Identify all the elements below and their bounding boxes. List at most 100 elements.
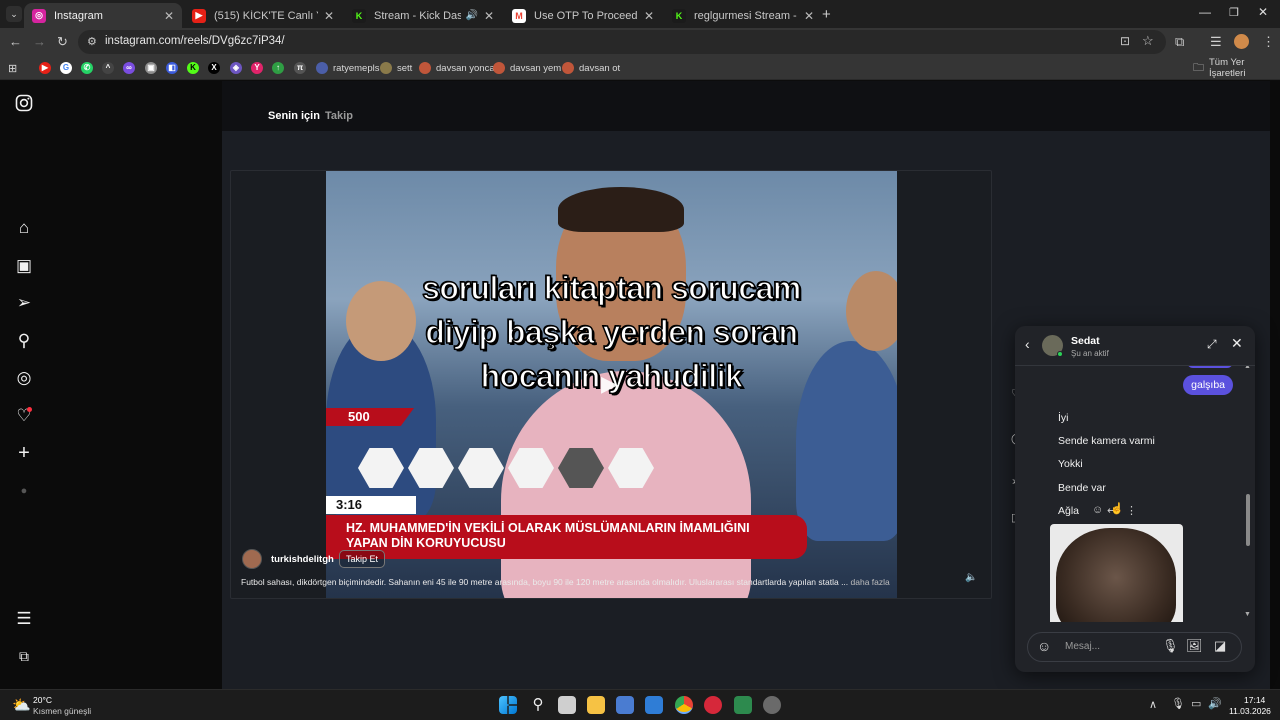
- message-input-box[interactable]: ☺ Mesaj... 🎙 🖼 ◪: [1027, 632, 1242, 662]
- more-link[interactable]: daha fazla: [851, 577, 890, 587]
- message-input[interactable]: Mesaj...: [1065, 641, 1100, 652]
- close-tab-icon[interactable]: ✕: [804, 9, 814, 23]
- microphone-icon[interactable]: 🎙: [1162, 638, 1179, 654]
- profile-avatar[interactable]: [1234, 34, 1249, 49]
- search-icon[interactable]: ⚲: [14, 331, 34, 351]
- clock-date[interactable]: 11.03.2026: [1229, 706, 1271, 716]
- tab-following[interactable]: Takip: [325, 110, 353, 122]
- bookmark-icon[interactable]: ▣: [145, 61, 162, 75]
- close-tab-icon[interactable]: ✕: [164, 9, 174, 23]
- start-windows-icon[interactable]: [499, 696, 517, 714]
- play-icon[interactable]: ▶: [601, 371, 618, 397]
- close-tab-icon[interactable]: ✕: [324, 9, 334, 23]
- close-window-button[interactable]: ✕: [1258, 5, 1268, 19]
- reload-icon[interactable]: ↻: [57, 34, 68, 50]
- youtube-bookmark-icon[interactable]: ▶: [39, 61, 56, 75]
- bookmark-davsan-ot[interactable]: davsan ot: [562, 61, 620, 75]
- address-bar[interactable]: ⚙ instagram.com/reels/DVg6zc7iP34/ ⊡ ☆: [78, 30, 1166, 54]
- explore-icon[interactable]: ◎: [14, 368, 34, 388]
- volume-icon[interactable]: 🔈: [965, 572, 977, 583]
- instagram-logo-icon[interactable]: [14, 94, 34, 114]
- app-icon[interactable]: [763, 696, 781, 714]
- bookmark-davsan-yonca[interactable]: davsan yonca: [419, 61, 495, 75]
- bookmark-ratyemepls[interactable]: ratyemepls: [316, 61, 379, 75]
- calculator-icon[interactable]: [616, 696, 634, 714]
- bookmark-sett[interactable]: sett: [380, 61, 412, 75]
- install-app-icon[interactable]: ⊡: [1120, 34, 1130, 48]
- weather-desc[interactable]: Kısmen güneşli: [33, 706, 91, 716]
- expand-icon[interactable]: ⤢: [1207, 337, 1217, 352]
- author-avatar[interactable]: [242, 549, 262, 569]
- tab-gmail[interactable]: M Use OTP To Proceed - mahirerç ✕: [504, 3, 662, 28]
- task-view-icon[interactable]: [558, 696, 576, 714]
- app-icon[interactable]: [704, 696, 722, 714]
- emoji-icon[interactable]: ☺: [1037, 638, 1051, 654]
- browser-menu-icon[interactable]: ⋮: [1262, 34, 1275, 50]
- x-bookmark-icon[interactable]: X: [208, 61, 225, 75]
- close-icon[interactable]: ✕: [1231, 335, 1243, 352]
- apps-icon[interactable]: ⊞: [8, 61, 17, 75]
- all-bookmarks-folder[interactable]: 🗀 Tüm Yer İşaretleri: [1193, 57, 1280, 79]
- extensions-icon[interactable]: ⧉: [1175, 34, 1184, 50]
- notifications-heart-icon[interactable]: ♡: [14, 406, 34, 426]
- bookmark-icon[interactable]: ↑: [272, 61, 289, 75]
- tab-for-you[interactable]: Senin için: [268, 110, 320, 122]
- create-icon[interactable]: +: [14, 443, 34, 463]
- site-info-icon[interactable]: ⚙: [87, 35, 97, 48]
- network-icon[interactable]: ▭: [1191, 697, 1201, 710]
- profile-avatar[interactable]: ●: [14, 481, 34, 501]
- photo-message[interactable]: [1050, 524, 1183, 622]
- bookmark-icon[interactable]: ◧: [166, 61, 183, 75]
- home-icon[interactable]: ⌂: [14, 218, 34, 238]
- whatsapp-bookmark-icon[interactable]: ✆: [81, 61, 98, 75]
- tab-search-button[interactable]: ⌄: [6, 6, 22, 22]
- clock-time[interactable]: 17:14: [1244, 695, 1265, 705]
- reel-video[interactable]: soruları kitaptan sorucam diyip başka ye…: [326, 171, 897, 598]
- bookmark-star-icon[interactable]: ☆: [1142, 33, 1154, 49]
- app-icon[interactable]: [734, 696, 752, 714]
- reels-icon[interactable]: ▣: [14, 256, 34, 276]
- microphone-tray-icon[interactable]: 🎙: [1171, 697, 1185, 710]
- bookmark-icon[interactable]: ∞: [123, 61, 140, 75]
- speaker-icon[interactable]: 🔊: [465, 10, 477, 21]
- restore-button[interactable]: ❐: [1229, 6, 1239, 19]
- sticker-icon[interactable]: ◪: [1214, 638, 1226, 654]
- weather-temp[interactable]: 20°C: [33, 695, 52, 705]
- bookmark-icon[interactable]: π: [294, 61, 311, 75]
- reel-video-card[interactable]: soruları kitaptan sorucam diyip başka ye…: [230, 170, 992, 599]
- react-emoji-icon[interactable]: ☺: [1092, 504, 1103, 516]
- threads-apps-icon[interactable]: ⧉: [14, 646, 34, 666]
- media-controls-icon[interactable]: ☰: [1210, 34, 1222, 50]
- back-icon[interactable]: ←: [9, 34, 22, 49]
- author-username[interactable]: turkishdelitgh: [271, 554, 334, 565]
- back-icon[interactable]: ‹: [1025, 336, 1030, 352]
- bookmark-icon[interactable]: ^: [102, 61, 119, 75]
- tab-youtube[interactable]: ▶ (515) KİCK'TE Canlı Yayın Nasıl A ✕: [184, 3, 342, 28]
- weather-icon[interactable]: ⛅: [12, 696, 31, 714]
- scroll-down-icon[interactable]: ▼: [1244, 611, 1251, 618]
- follow-button[interactable]: Takip Et: [339, 550, 386, 568]
- tray-chevron-icon[interactable]: ∧: [1149, 698, 1157, 711]
- close-tab-icon[interactable]: ✕: [644, 9, 654, 23]
- kick-bookmark-icon[interactable]: K: [187, 61, 204, 75]
- tab-instagram[interactable]: ◎ Instagram ✕: [24, 3, 182, 28]
- store-icon[interactable]: [645, 696, 663, 714]
- tab-kick-dashboard[interactable]: K Stream - Kick Dashboard 🔊 ✕: [344, 3, 502, 28]
- message-more-icon[interactable]: ⋮: [1126, 504, 1137, 517]
- search-icon[interactable]: ⚲: [529, 696, 547, 714]
- forward-icon[interactable]: →: [33, 34, 46, 49]
- volume-tray-icon[interactable]: 🔊: [1208, 697, 1222, 710]
- chrome-icon[interactable]: [675, 696, 693, 714]
- tab-kick-stream[interactable]: K reglgurmesi Stream - Watch Liv ✕: [664, 3, 822, 28]
- more-menu-icon[interactable]: ☰: [14, 609, 34, 629]
- bookmark-icon[interactable]: Y: [251, 61, 268, 75]
- url-text[interactable]: instagram.com/reels/DVg6zc7iP34/: [105, 35, 285, 47]
- close-tab-icon[interactable]: ✕: [484, 9, 494, 23]
- contact-name[interactable]: Sedat: [1071, 335, 1100, 347]
- google-bookmark-icon[interactable]: G: [60, 61, 77, 75]
- image-upload-icon[interactable]: 🖼: [1186, 638, 1203, 654]
- message-list[interactable]: galşıba İyi Sende kamera varmi Yokki Ben…: [1015, 366, 1255, 622]
- post-description[interactable]: Futbol sahası, dikdörtgen biçimindedir. …: [241, 577, 941, 587]
- direct-messages-icon[interactable]: ➢: [14, 293, 34, 313]
- scroll-up-icon[interactable]: ▲: [1244, 366, 1251, 370]
